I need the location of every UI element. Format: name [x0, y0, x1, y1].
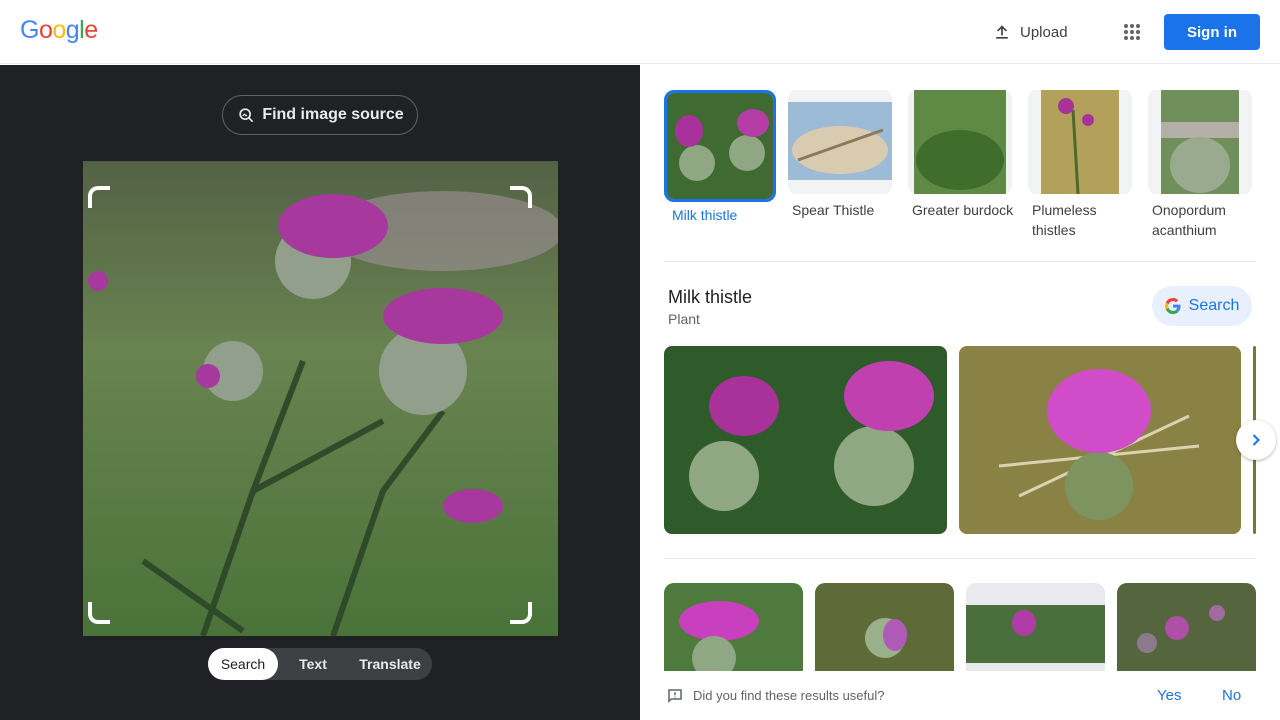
find-image-source-button[interactable]: Find image source: [222, 95, 418, 135]
grid-image[interactable]: [966, 583, 1105, 671]
related-item-plumeless-thistles[interactable]: Plumeless thistles: [1028, 90, 1140, 240]
crop-handle-top-right[interactable]: [510, 186, 532, 208]
crop-handle-bottom-right[interactable]: [510, 602, 532, 624]
lens-mode-switcher: Search Text Translate: [208, 648, 432, 680]
header: Google Upload Sign in: [0, 0, 1280, 64]
crop-handle-bottom-left[interactable]: [88, 602, 110, 624]
related-thumbnail: [908, 90, 1012, 194]
feedback-bar: Did you find these results useful? Yes N…: [640, 671, 1280, 720]
related-label: Milk thistle: [672, 207, 738, 223]
grid-image[interactable]: [664, 583, 803, 671]
divider: [664, 558, 1256, 559]
google-g-icon: [1164, 298, 1181, 314]
results-pane: Milk thistle Spear Thistle Greater burdo…: [640, 65, 1280, 720]
logo-letter: o: [52, 16, 66, 44]
carousel-next-button[interactable]: [1236, 420, 1276, 460]
divider: [664, 261, 1256, 262]
feedback-icon: [668, 689, 682, 704]
entity-subtitle: Plant: [668, 311, 700, 327]
logo-letter: g: [65, 16, 80, 44]
mode-text[interactable]: Text: [278, 648, 348, 680]
mode-search[interactable]: Search: [208, 648, 278, 680]
find-image-source-label: Find image source: [262, 106, 404, 123]
related-item-spear-thistle[interactable]: Spear Thistle: [788, 90, 900, 220]
upload-button[interactable]: Upload: [992, 20, 1068, 44]
upload-label: Upload: [1020, 23, 1068, 41]
related-thumbnail: [1028, 90, 1132, 194]
related-searches: Milk thistle Spear Thistle Greater burdo…: [664, 90, 1256, 260]
entity-title: Milk thistle: [668, 287, 753, 307]
image-search-icon: [239, 108, 254, 123]
entity-search-button[interactable]: Search: [1152, 286, 1252, 326]
feedback-yes-button[interactable]: Yes: [1157, 687, 1181, 704]
upload-icon: [996, 25, 1008, 39]
related-thumbnail: [1148, 90, 1252, 194]
result-image[interactable]: [664, 346, 947, 534]
related-item-greater-burdock[interactable]: Greater burdock: [908, 90, 1020, 220]
related-label: Plumeless thistles: [1032, 202, 1097, 238]
grid-image[interactable]: [1117, 583, 1256, 671]
logo-letter: o: [38, 16, 53, 44]
result-image[interactable]: [959, 346, 1241, 534]
logo-letter: G: [20, 16, 39, 44]
related-item-onopordum-acanthium[interactable]: Onopordum acanthium: [1148, 90, 1260, 240]
related-label: Onopordum acanthium: [1152, 202, 1226, 238]
related-thumbnail: [664, 90, 776, 202]
sign-in-button[interactable]: Sign in: [1164, 14, 1260, 50]
related-label: Greater burdock: [912, 202, 1014, 218]
feedback-question: Did you find these results useful?: [693, 688, 885, 703]
entity-search-label: Search: [1188, 297, 1240, 314]
related-label: Spear Thistle: [792, 202, 875, 218]
query-image-pane: Find image source Search Text Translate: [0, 65, 640, 720]
apps-grid-icon[interactable]: [1120, 20, 1144, 44]
google-logo[interactable]: Google: [20, 16, 98, 45]
logo-letter: e: [84, 16, 98, 44]
grid-image[interactable]: [815, 583, 954, 671]
chevron-right-icon: [1252, 434, 1260, 446]
mode-translate[interactable]: Translate: [348, 648, 432, 680]
crop-handle-top-left[interactable]: [88, 186, 110, 208]
related-item-milk-thistle[interactable]: Milk thistle: [664, 90, 776, 225]
crop-selection[interactable]: [88, 186, 532, 624]
feedback-no-button[interactable]: No: [1222, 687, 1241, 704]
related-thumbnail: [788, 90, 892, 194]
